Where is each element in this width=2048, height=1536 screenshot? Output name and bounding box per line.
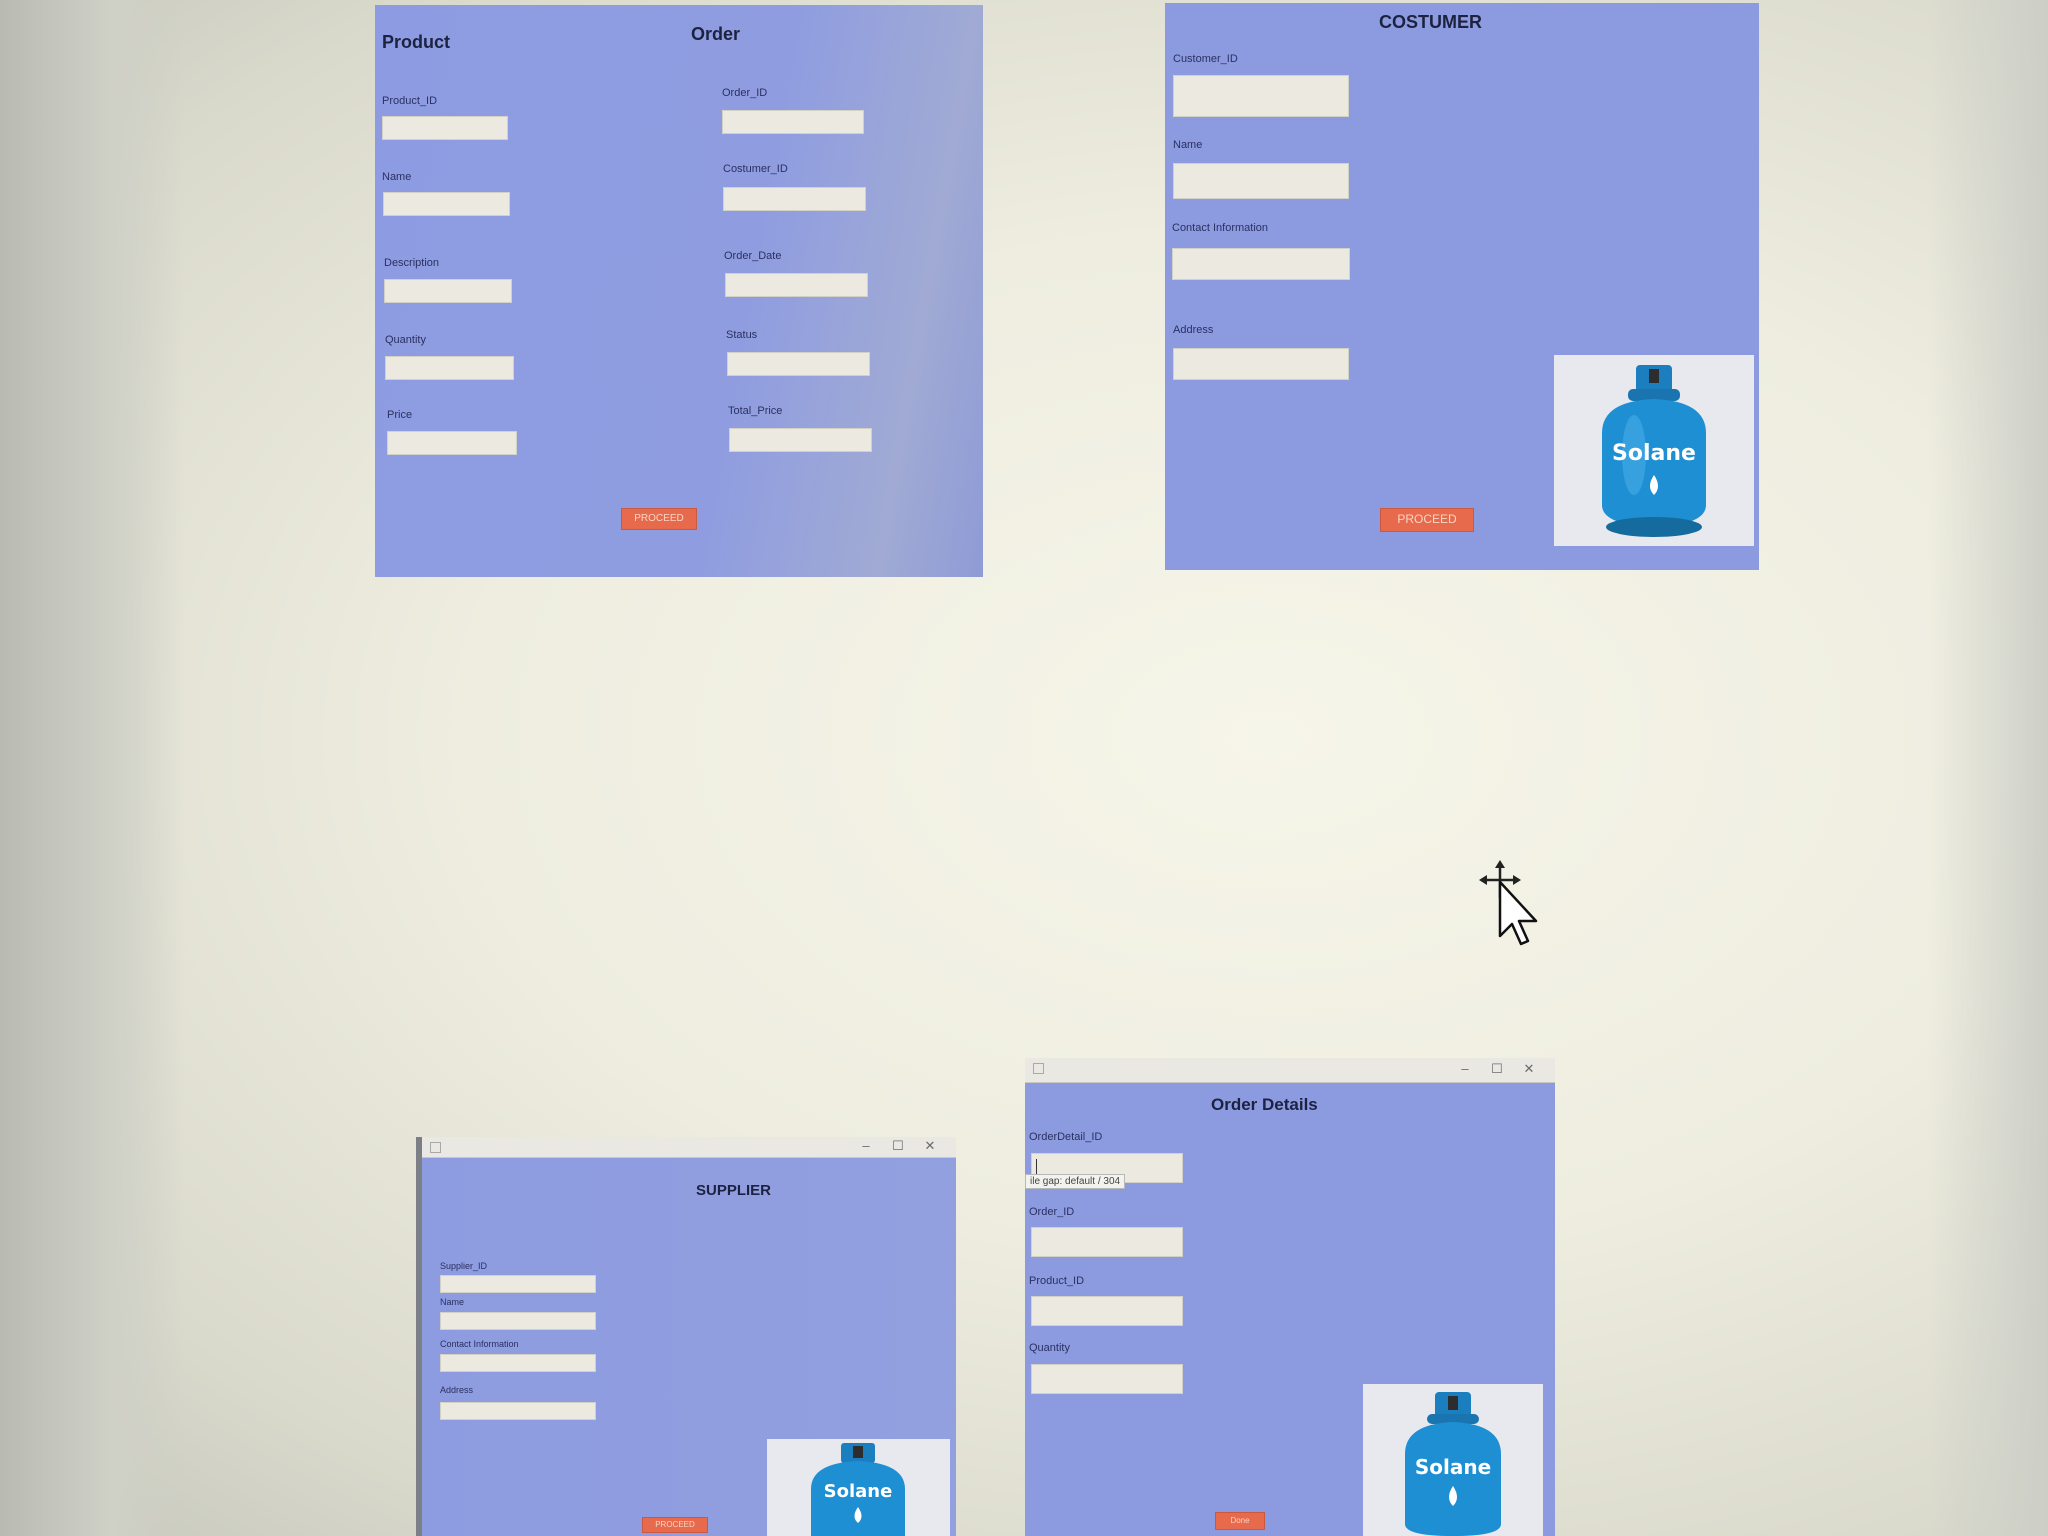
- product-quantity-label: Quantity: [385, 334, 426, 346]
- supplier-name-label: Name: [440, 1297, 465, 1307]
- done-button[interactable]: Done: [1215, 1512, 1265, 1530]
- customer-id-label: Customer_ID: [1173, 53, 1238, 65]
- monitor-bezel-shadow-left: [0, 0, 185, 1536]
- status-label: Status: [726, 329, 758, 341]
- order-date-field[interactable]: [725, 273, 868, 297]
- supplier-id-label: Supplier_ID: [440, 1261, 488, 1271]
- supplier-address-field[interactable]: [440, 1402, 596, 1420]
- window-controls: – ☐ ✕: [850, 1138, 946, 1154]
- product-name-label: Name: [382, 171, 412, 183]
- costumer-id-field[interactable]: [723, 187, 866, 211]
- product-id-label: Product_ID: [382, 95, 438, 107]
- quantity-field[interactable]: [1031, 1364, 1183, 1394]
- product-price-field[interactable]: [387, 431, 517, 455]
- layout-gap-tooltip: ile gap: default / 304: [1025, 1174, 1126, 1189]
- order-id-label: Order_ID: [722, 87, 768, 99]
- monitor-bezel-shadow-right: [1928, 0, 2048, 1536]
- solane-logo-text: Solane: [1415, 1455, 1491, 1479]
- orderdetail-id-label: OrderDetail_ID: [1029, 1131, 1103, 1143]
- minimize-icon[interactable]: –: [1449, 1061, 1481, 1076]
- move-cursor-icon: [1479, 860, 1538, 946]
- gas-cylinder-icon: Solane: [1405, 1392, 1501, 1536]
- gas-cylinder-icon: Solane: [1602, 365, 1706, 537]
- maximize-icon[interactable]: ☐: [1481, 1061, 1513, 1077]
- solane-gas-tank-image: Solane: [767, 1439, 950, 1536]
- product-description-field[interactable]: [384, 279, 512, 303]
- supplier-title: SUPPLIER: [696, 1182, 772, 1199]
- product-description-label: Description: [384, 257, 440, 269]
- order-id-field[interactable]: [722, 110, 864, 134]
- order-id-label: Order_ID: [1029, 1206, 1075, 1218]
- text-cursor: [1036, 1159, 1037, 1175]
- product-name-field[interactable]: [383, 192, 510, 216]
- maximize-icon[interactable]: ☐: [882, 1138, 914, 1154]
- product-price-label: Price: [387, 409, 413, 421]
- status-field[interactable]: [727, 352, 870, 376]
- minimize-icon[interactable]: –: [850, 1138, 882, 1153]
- app-icon: [1033, 1063, 1044, 1074]
- window-titlebar[interactable]: – ☐ ✕: [422, 1137, 956, 1158]
- solane-logo-text: Solane: [1612, 441, 1696, 466]
- order-details-window: – ☐ ✕ Order Details OrderDetail_ID ile gap…: [1025, 1058, 1555, 1536]
- supplier-id-field[interactable]: [440, 1275, 596, 1293]
- proceed-button[interactable]: PROCEED: [642, 1517, 708, 1533]
- solane-logo-text: Solane: [824, 1481, 893, 1502]
- customer-name-field[interactable]: [1173, 163, 1349, 199]
- close-icon[interactable]: ✕: [1513, 1061, 1545, 1077]
- app-icon: [430, 1142, 441, 1153]
- proceed-button[interactable]: PROCEED: [1380, 508, 1474, 532]
- proceed-button[interactable]: PROCEED: [621, 508, 697, 530]
- product-id-field[interactable]: [382, 116, 508, 140]
- contact-information-field[interactable]: [1172, 248, 1350, 280]
- order-title: Order: [691, 24, 741, 44]
- order-details-title: Order Details: [1211, 1095, 1318, 1114]
- address-field[interactable]: [1173, 348, 1349, 380]
- window-titlebar[interactable]: – ☐ ✕: [1025, 1058, 1555, 1083]
- customer-name-label: Name: [1173, 139, 1203, 151]
- costumer-id-label: Costumer_ID: [723, 163, 788, 175]
- product-title: Product: [382, 32, 451, 52]
- order-id-field[interactable]: [1031, 1227, 1183, 1257]
- supplier-contact-field[interactable]: [440, 1354, 596, 1372]
- product-quantity-field[interactable]: [385, 356, 514, 380]
- solane-gas-tank-image: Solane: [1363, 1384, 1543, 1536]
- product-id-field[interactable]: [1031, 1296, 1183, 1326]
- supplier-name-field[interactable]: [440, 1312, 596, 1330]
- total-price-field[interactable]: [729, 428, 872, 452]
- gas-cylinder-icon: Solane: [811, 1443, 905, 1536]
- customer-id-field[interactable]: [1173, 75, 1349, 117]
- supplier-window: – ☐ ✕ SUPPLIER Supplier_ID Name Contact In…: [416, 1137, 956, 1536]
- address-label: Address: [1173, 324, 1214, 336]
- supplier-contact-label: Contact Information: [440, 1339, 519, 1349]
- costumer-title: COSTUMER: [1379, 12, 1482, 32]
- product-order-form: Product Order Product_ID Name Descriptio…: [375, 5, 983, 577]
- order-date-label: Order_Date: [724, 250, 782, 262]
- costumer-form: COSTUMER Customer_ID Name Contact Inform…: [1165, 3, 1759, 570]
- supplier-address-label: Address: [440, 1385, 474, 1395]
- solane-gas-tank-image: Solane: [1554, 355, 1754, 546]
- product-id-label: Product_ID: [1029, 1275, 1085, 1287]
- contact-information-label: Contact Information: [1172, 222, 1268, 234]
- quantity-label: Quantity: [1029, 1342, 1070, 1354]
- total-price-label: Total_Price: [728, 405, 783, 417]
- close-icon[interactable]: ✕: [914, 1138, 946, 1154]
- window-controls: – ☐ ✕: [1449, 1061, 1545, 1077]
